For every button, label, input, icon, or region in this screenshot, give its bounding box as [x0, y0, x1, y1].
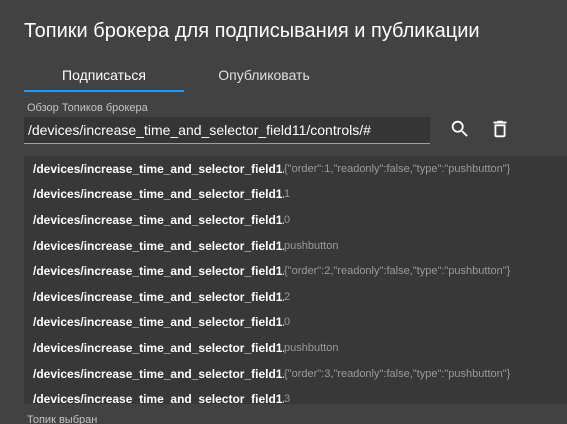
- topic-row[interactable]: /devices/increase_time_and_selector_fiel…: [24, 310, 567, 336]
- topic-row[interactable]: /devices/increase_time_and_selector_fiel…: [24, 258, 567, 284]
- topic-row[interactable]: /devices/increase_time_and_selector_fiel…: [24, 233, 567, 259]
- topic-path: /devices/increase_time_and_selector_fiel…: [33, 212, 284, 227]
- topic-value: pushbutton: [284, 341, 339, 354]
- topic-list: /devices/increase_time_and_selector_fiel…: [24, 156, 567, 404]
- clear-button[interactable]: [486, 117, 514, 145]
- tab-publish[interactable]: Опубликовать: [184, 58, 344, 92]
- topic-path: /devices/increase_time_and_selector_fiel…: [33, 392, 284, 404]
- topic-path: /devices/increase_time_and_selector_fiel…: [33, 289, 284, 304]
- topic-path: /devices/increase_time_and_selector_fiel…: [33, 264, 284, 279]
- topic-value: {"order":1,"readonly":false,"type":"push…: [284, 162, 511, 175]
- search-button[interactable]: [446, 117, 474, 145]
- topic-path: /devices/increase_time_and_selector_fiel…: [33, 315, 284, 330]
- topic-value: {"order":2,"readonly":false,"type":"push…: [284, 265, 511, 278]
- topic-row[interactable]: /devices/increase_time_and_selector_fiel…: [24, 207, 567, 233]
- topic-value: 0: [284, 213, 291, 226]
- broker-topics-dialog: Топики брокера для подписывания и публик…: [0, 0, 567, 424]
- topic-value: 2: [284, 290, 291, 303]
- topic-row[interactable]: /devices/increase_time_and_selector_fiel…: [24, 335, 567, 361]
- topic-path: /devices/increase_time_and_selector_fiel…: [33, 187, 284, 202]
- tab-subscribe[interactable]: Подписаться: [24, 58, 184, 92]
- topic-path: /devices/increase_time_and_selector_fiel…: [33, 238, 284, 253]
- topic-row[interactable]: /devices/increase_time_and_selector_fiel…: [24, 284, 567, 310]
- topic-value: {"order":3,"readonly":false,"type":"push…: [284, 367, 511, 380]
- topic-row[interactable]: /devices/increase_time_and_selector_fiel…: [24, 386, 567, 404]
- topic-value: 0: [284, 316, 291, 329]
- topic-path: /devices/increase_time_and_selector_fiel…: [33, 161, 284, 176]
- trash-icon: [489, 118, 511, 145]
- topic-value: pushbutton: [284, 239, 339, 252]
- tab-bar: Подписаться Опубликовать: [24, 58, 344, 92]
- topic-search-input[interactable]: [24, 117, 430, 143]
- topic-value: 3: [284, 393, 291, 404]
- search-icon: [449, 118, 471, 145]
- dialog-title: Топики брокера для подписывания и публик…: [24, 20, 480, 42]
- selected-topic-label: Топик выбран: [27, 414, 98, 424]
- topic-path: /devices/increase_time_and_selector_fiel…: [33, 340, 284, 355]
- topic-value: 1: [284, 188, 291, 201]
- topic-path: /devices/increase_time_and_selector_fiel…: [33, 366, 284, 381]
- topic-row[interactable]: /devices/increase_time_and_selector_fiel…: [24, 182, 567, 208]
- topic-row[interactable]: /devices/increase_time_and_selector_fiel…: [24, 156, 567, 182]
- browse-topics-field: [24, 117, 430, 144]
- topic-row[interactable]: /devices/increase_time_and_selector_fiel…: [24, 361, 567, 387]
- browse-topics-label: Обзор Топиков брокера: [27, 102, 148, 114]
